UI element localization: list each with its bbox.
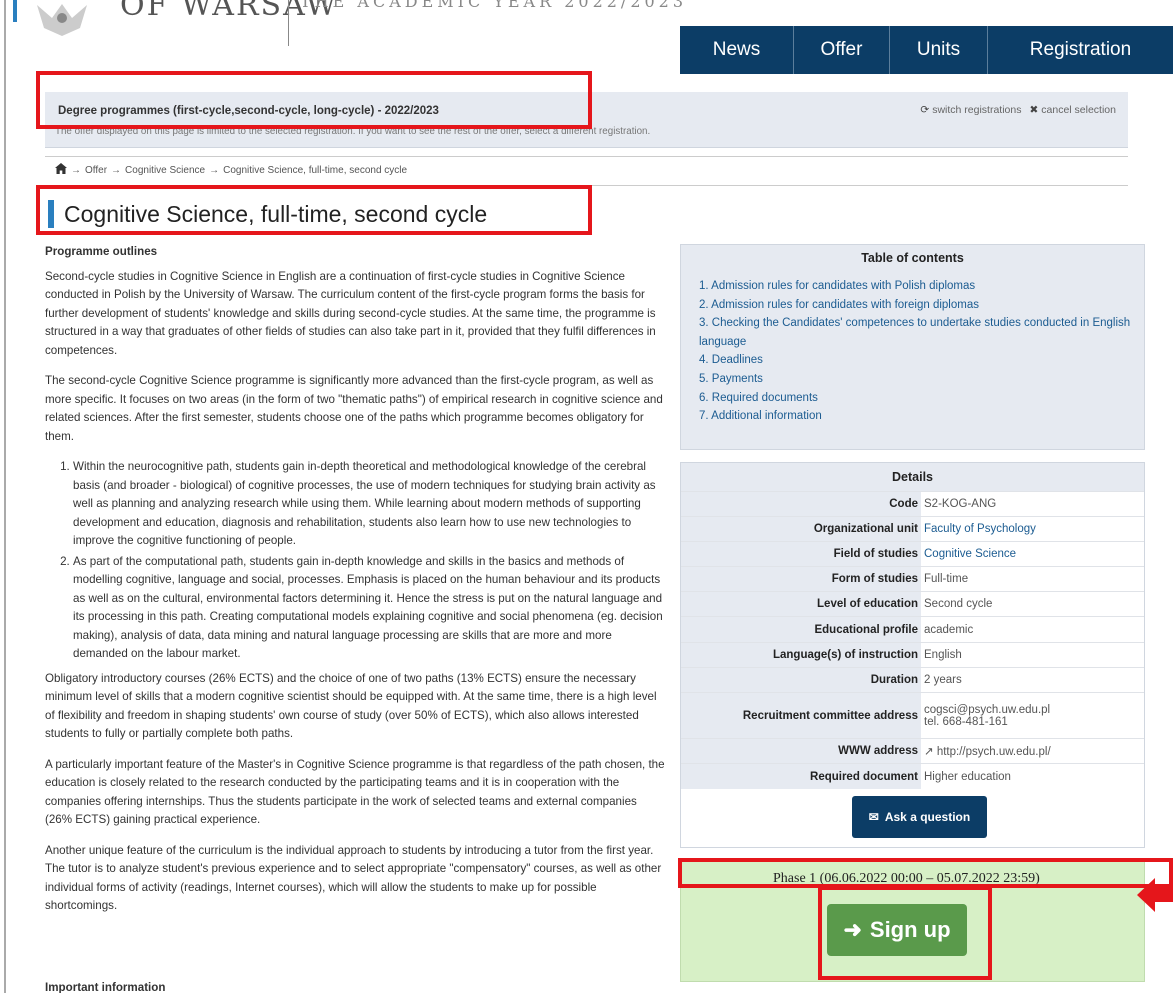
detail-key: Organizational unit xyxy=(681,515,921,542)
table-row: Form of studies Full-time xyxy=(681,566,1144,592)
university-eagle-logo[interactable] xyxy=(32,0,92,40)
details-panel: Details Code S2-KOG-ANG Organizational un… xyxy=(680,462,1145,848)
phone-number: tel. 668-481-161 xyxy=(924,715,1008,728)
breadcrumb-separator: → xyxy=(111,164,122,176)
breadcrumb-item-cognitive-science[interactable]: Cognitive Science xyxy=(125,165,205,176)
cancel-selection-label: cancel selection xyxy=(1041,104,1116,116)
paragraph: Obligatory introductory courses (26% ECT… xyxy=(45,671,657,741)
paragraph: A particularly important feature of the … xyxy=(45,757,665,827)
left-border xyxy=(0,0,6,993)
header-divider xyxy=(288,0,289,46)
academic-year: THE ACADEMIC YEAR 2022/2023 xyxy=(300,0,688,11)
table-row: Level of education Second cycle xyxy=(681,591,1144,617)
detail-key: Form of studies xyxy=(681,566,921,592)
breadcrumb-item-current: Cognitive Science, full-time, second cyc… xyxy=(223,164,408,176)
home-icon[interactable] xyxy=(55,163,67,177)
detail-value: academic xyxy=(921,616,1144,643)
nav-news[interactable]: News xyxy=(680,26,794,74)
details-table: Details Code S2-KOG-ANG Organizational un… xyxy=(681,463,1144,789)
top-navigation: News Offer Units Registration xyxy=(680,26,1173,74)
detail-key: Educational profile xyxy=(681,616,921,643)
www-link[interactable]: http://psych.uw.edu.pl/ xyxy=(937,746,1051,758)
table-row: Organizational unit Faculty of Psychology xyxy=(681,515,1144,542)
divider xyxy=(45,156,1128,157)
detail-value: Second cycle xyxy=(921,591,1144,617)
paragraph: Second-cycle studies in Cognitive Scienc… xyxy=(45,269,656,357)
detail-key: Language(s) of instruction xyxy=(681,641,921,668)
cancel-selection-link[interactable]: ✖ cancel selection xyxy=(1029,104,1116,116)
table-row: Recruitment committee address cogsci@psyc… xyxy=(681,692,1144,739)
paragraph: The second-cycle Cognitive Science progr… xyxy=(45,374,663,443)
breadcrumb-item-offer[interactable]: Offer xyxy=(85,165,107,176)
toc-item[interactable]: 4. Deadlines xyxy=(699,351,1134,370)
ask-question-label: Ask a question xyxy=(884,810,971,824)
programme-content: Programme outlines Second-cycle studies … xyxy=(45,243,665,928)
detail-key: Duration xyxy=(681,666,921,693)
toc-item[interactable]: 6. Required documents xyxy=(699,389,1134,408)
paths-list: Within the neurocognitive path, students… xyxy=(73,458,665,664)
toc-item[interactable]: 5. Payments xyxy=(699,370,1134,389)
detail-value-link[interactable]: Cognitive Science xyxy=(921,540,1144,567)
external-link-icon: ↗ xyxy=(924,746,934,759)
switch-registrations-link[interactable]: ⟳ switch registrations xyxy=(920,104,1021,116)
table-of-contents: Table of contents 1. Admission rules for… xyxy=(680,244,1145,450)
detail-key: Field of studies xyxy=(681,540,921,567)
detail-key: WWW address xyxy=(681,737,921,764)
highlight-phase xyxy=(678,858,1173,888)
ask-question-button[interactable]: ✉ Ask a question xyxy=(852,796,987,838)
nav-units[interactable]: Units xyxy=(890,26,988,74)
table-row: Duration 2 years xyxy=(681,666,1144,693)
toc-item[interactable]: 3. Checking the Candidates' competences … xyxy=(699,314,1134,351)
paragraph: Another unique feature of the curriculum… xyxy=(45,843,662,913)
detail-value: S2-KOG-ANG xyxy=(921,490,1144,517)
registration-actions: ⟳ switch registrations ✖ cancel selection xyxy=(920,104,1116,116)
detail-value: 2 years xyxy=(921,666,1144,693)
detail-value-link[interactable]: Faculty of Psychology xyxy=(921,515,1144,542)
close-icon: ✖ xyxy=(1029,104,1039,116)
accent-bar xyxy=(13,0,17,22)
breadcrumb-separator: → xyxy=(209,164,220,176)
nav-offer[interactable]: Offer xyxy=(794,26,890,74)
detail-value: Full-time xyxy=(921,566,1144,592)
table-row: Language(s) of instruction English xyxy=(681,641,1144,668)
switch-registrations-label: switch registrations xyxy=(932,104,1022,116)
table-row: Required document Higher education xyxy=(681,763,1144,789)
envelope-icon: ✉ xyxy=(868,810,879,824)
nav-registration[interactable]: Registration xyxy=(988,26,1173,74)
table-row: Field of studies Cognitive Science xyxy=(681,540,1144,567)
table-row: Code S2-KOG-ANG xyxy=(681,490,1144,517)
toc-title: Table of contents xyxy=(861,251,964,265)
highlight-registration xyxy=(36,71,592,129)
table-row: Educational profile academic xyxy=(681,616,1144,643)
detail-value: Higher education xyxy=(921,763,1144,789)
detail-value: English xyxy=(921,641,1144,668)
list-item: As part of the computational path, stude… xyxy=(73,553,665,664)
highlight-signup xyxy=(818,886,992,980)
breadcrumb-separator: → xyxy=(71,164,81,176)
breadcrumb: → Offer → Cognitive Science → Cognitive … xyxy=(55,163,407,177)
highlight-title xyxy=(36,185,592,235)
toc-item[interactable]: 2. Admission rules for candidates with f… xyxy=(699,296,1134,315)
detail-key: Code xyxy=(681,490,921,517)
list-item: Within the neurocognitive path, students… xyxy=(73,458,665,551)
important-information-heading: Important information xyxy=(45,981,166,993)
refresh-icon: ⟳ xyxy=(920,104,930,116)
toc-item[interactable]: 1. Admission rules for candidates with P… xyxy=(699,277,1134,296)
toc-item[interactable]: 7. Additional information xyxy=(699,407,1134,426)
detail-key: Recruitment committee address xyxy=(681,692,921,739)
detail-key: Level of education xyxy=(681,591,921,617)
detail-key: Required document xyxy=(681,763,921,789)
email-link[interactable]: cogsci@psych.uw.edu.pl xyxy=(924,704,1141,716)
programme-outlines-heading: Programme outlines xyxy=(45,245,158,258)
table-row: WWW address ↗ http://psych.uw.edu.pl/ xyxy=(681,737,1144,764)
details-title: Details xyxy=(681,463,1144,491)
pointer-arrow-icon xyxy=(1137,878,1173,912)
